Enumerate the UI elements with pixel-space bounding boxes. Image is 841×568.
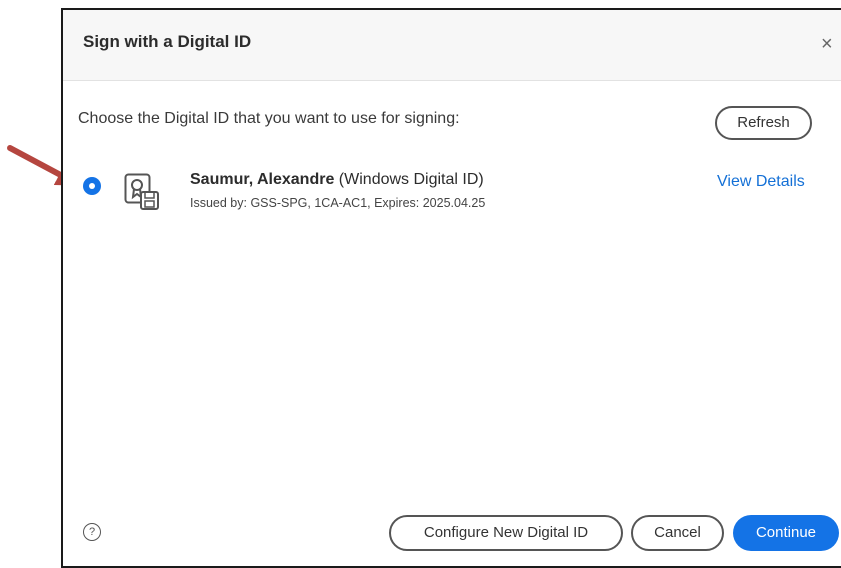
refresh-button[interactable]: Refresh [715,106,812,140]
close-icon[interactable]: × [821,34,833,54]
certificate-icon [124,173,159,210]
digital-id-owner: Saumur, Alexandre [190,171,335,188]
help-icon[interactable]: ? [83,523,101,541]
digital-id-radio[interactable] [83,177,101,195]
dialog-titlebar: Sign with a Digital ID × [63,10,841,81]
digital-id-issued: Issued by: GSS-SPG, 1CA-AC1, Expires: 20… [190,196,486,210]
choose-id-prompt: Choose the Digital ID that you want to u… [78,110,460,127]
cancel-button[interactable]: Cancel [631,515,724,551]
view-details-link[interactable]: View Details [717,173,805,191]
digital-id-type: (Windows Digital ID) [334,171,484,188]
sign-digital-id-dialog: Sign with a Digital ID × Choose the Digi… [61,8,841,568]
continue-button[interactable]: Continue [733,515,839,551]
configure-new-digital-id-button[interactable]: Configure New Digital ID [389,515,623,551]
digital-id-name: Saumur, Alexandre (Windows Digital ID) [190,171,484,189]
dialog-title: Sign with a Digital ID [83,32,252,51]
